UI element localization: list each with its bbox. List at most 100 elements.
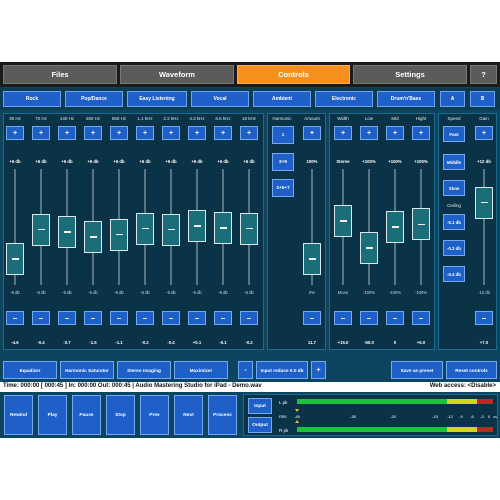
harmonic-mode-button-2[interactable]: 3+5+7	[272, 179, 294, 197]
stereo-band-3-plus-button[interactable]: +	[412, 126, 430, 140]
stereo-band-1-slider-track[interactable]	[368, 169, 370, 285]
play-button[interactable]: Play	[38, 395, 67, 435]
harmonic-mode-button-1[interactable]: 3+5	[272, 153, 294, 171]
eq-band-4-plus-button[interactable]: +	[110, 126, 128, 140]
stereo-band-0-slider-knob[interactable]	[334, 205, 352, 238]
preset-pop-dance[interactable]: Pop/Dance	[65, 91, 123, 107]
eq-band-0-minus-button[interactable]: –	[6, 311, 24, 325]
tab-help[interactable]: ?	[470, 65, 497, 84]
tab-bar: Files Waveform Controls Settings ?	[0, 62, 500, 87]
stereo-band-0-plus-button[interactable]: +	[334, 126, 352, 140]
stereo-band-3-slider-knob[interactable]	[412, 208, 430, 241]
eq-band-0-slider-knob[interactable]	[6, 242, 24, 275]
stop-button[interactable]: Stop	[106, 395, 135, 435]
stereo-band-1-minus-button[interactable]: –	[360, 311, 378, 325]
process-button[interactable]: Process	[208, 395, 237, 435]
eq-band-1-minus-button[interactable]: –	[32, 311, 50, 325]
eq-band-3-plus-button[interactable]: +	[84, 126, 102, 140]
eq-band-4-minus-button[interactable]: –	[110, 311, 128, 325]
input-monitor-button[interactable]: Input	[248, 398, 272, 414]
stereo-imaging-toggle-button[interactable]: Stereo Imaging	[117, 361, 171, 379]
tab-waveform[interactable]: Waveform	[120, 65, 234, 84]
stereo-band-2-slider-knob[interactable]	[386, 211, 404, 243]
tab-controls[interactable]: Controls	[237, 65, 350, 84]
input-reduce-plus-button[interactable]: +	[311, 361, 326, 379]
eq-band-0-plus-button[interactable]: +	[6, 126, 24, 140]
maximizer-toggle-button[interactable]: Maximizer	[174, 361, 228, 379]
gain-plus-button[interactable]: +	[475, 126, 493, 140]
eq-band-2-minus-button[interactable]: –	[58, 311, 76, 325]
next-button[interactable]: Next	[174, 395, 203, 435]
ceiling-button-0[interactable]: -0.1 db	[443, 214, 465, 230]
rewind-button[interactable]: Rewind	[4, 395, 33, 435]
preset-drum-n-bass[interactable]: Drum'n'Bass	[377, 91, 435, 107]
reset-controls-button[interactable]: Reset controls	[446, 361, 497, 379]
eq-band-5-value-label: -0.2	[141, 340, 149, 345]
preset-b[interactable]: B	[470, 91, 495, 107]
ceiling-button-2[interactable]: -0.4 db	[443, 266, 465, 282]
preset-easy-listening[interactable]: Easy Listening	[127, 91, 187, 107]
output-monitor-button[interactable]: Output	[248, 417, 272, 433]
equalizer-toggle-button[interactable]: Equalizer	[3, 361, 57, 379]
input-reduce-minus-button[interactable]: -	[238, 361, 253, 379]
eq-band-5-min-label: -6 db	[140, 290, 150, 295]
eq-band-8-plus-button[interactable]: +	[214, 126, 232, 140]
eq-band-6-minus-button[interactable]: –	[162, 311, 180, 325]
preset-a[interactable]: A	[440, 91, 465, 107]
save-as-preset-button[interactable]: Save as preset	[391, 361, 443, 379]
speed-button-0[interactable]: Fast	[443, 126, 465, 142]
meter-scale-tick-1: -35	[350, 414, 357, 419]
eq-band-7-slider-knob[interactable]	[188, 210, 206, 243]
speed-button-2[interactable]: Slow	[443, 180, 465, 196]
stereo-band-2-minus-button[interactable]: –	[386, 311, 404, 325]
eq-band-6-slider-knob[interactable]	[162, 213, 180, 246]
eq-band-1-slider-knob[interactable]	[32, 213, 50, 246]
eq-band-3-slider-knob[interactable]	[84, 221, 102, 254]
gain-minus-button[interactable]: –	[475, 311, 493, 325]
eq-band-2-knob-indicator	[63, 231, 71, 233]
stereo-band-3-minus-button[interactable]: –	[412, 311, 430, 325]
stereo-band-2-plus-button[interactable]: +	[386, 126, 404, 140]
eq-band-8-minus-button[interactable]: –	[214, 311, 232, 325]
harmonic-mode-button-0[interactable]: 1	[272, 126, 294, 144]
eq-band-4-slider-knob[interactable]	[110, 218, 128, 251]
pause-button[interactable]: Pause	[72, 395, 101, 435]
prev-button[interactable]: Prev	[140, 395, 169, 435]
eq-band-9-slider-knob[interactable]	[240, 212, 258, 245]
eq-band-1-plus-button[interactable]: +	[32, 126, 50, 140]
input-reduce-button[interactable]: Input reduce 0.0 db	[256, 361, 308, 379]
stereo-band-1-slider-knob[interactable]	[360, 232, 378, 264]
meter-r-bar-red	[477, 427, 493, 432]
eq-band-5-slider-knob[interactable]	[136, 212, 154, 245]
eq-band-7-minus-button[interactable]: –	[188, 311, 206, 325]
eq-band-8-value-label: -0.1	[219, 340, 227, 345]
eq-band-2-plus-button[interactable]: +	[58, 126, 76, 140]
gain-slider-knob[interactable]	[475, 186, 493, 219]
harmonic-amount-min-label: 0%	[308, 290, 316, 295]
eq-band-9-minus-button[interactable]: –	[240, 311, 258, 325]
preset-vocal[interactable]: Vocal	[191, 91, 249, 107]
preset-rock[interactable]: Rock	[3, 91, 61, 107]
eq-band-5-minus-button[interactable]: –	[136, 311, 154, 325]
eq-band-3-minus-button[interactable]: –	[84, 311, 102, 325]
stereo-band-1-plus-button[interactable]: +	[360, 126, 378, 140]
tab-files[interactable]: Files	[3, 65, 117, 84]
stereo-band-0-minus-button[interactable]: –	[334, 311, 352, 325]
eq-band-8-slider-knob[interactable]	[214, 211, 232, 244]
harmonic-amount-minus-button[interactable]: –	[303, 311, 321, 325]
eq-band-6-plus-button[interactable]: +	[162, 126, 180, 140]
eq-band-5-plus-button[interactable]: +	[136, 126, 154, 140]
eq-band-7-plus-button[interactable]: +	[188, 126, 206, 140]
eq-band-9-plus-button[interactable]: +	[240, 126, 258, 140]
tab-settings[interactable]: Settings	[353, 65, 467, 84]
preset-electronic[interactable]: Electronic	[315, 91, 373, 107]
stereo-band-0-knob-indicator	[339, 220, 347, 222]
harmonic-amount-plus-button[interactable]: +	[303, 126, 321, 140]
preset-ambient[interactable]: Ambient	[253, 91, 311, 107]
harmonic-amount-slider-knob[interactable]	[303, 242, 321, 275]
harmonic-saturator-toggle-button[interactable]: Harmonic Saturator	[60, 361, 114, 379]
ceiling-button-1[interactable]: -0.2 db	[443, 240, 465, 256]
speed-button-1[interactable]: Middle	[443, 154, 465, 170]
eq-band-2-slider-knob[interactable]	[58, 216, 76, 249]
web-access-status[interactable]: Web access: <Disable>	[430, 383, 496, 389]
